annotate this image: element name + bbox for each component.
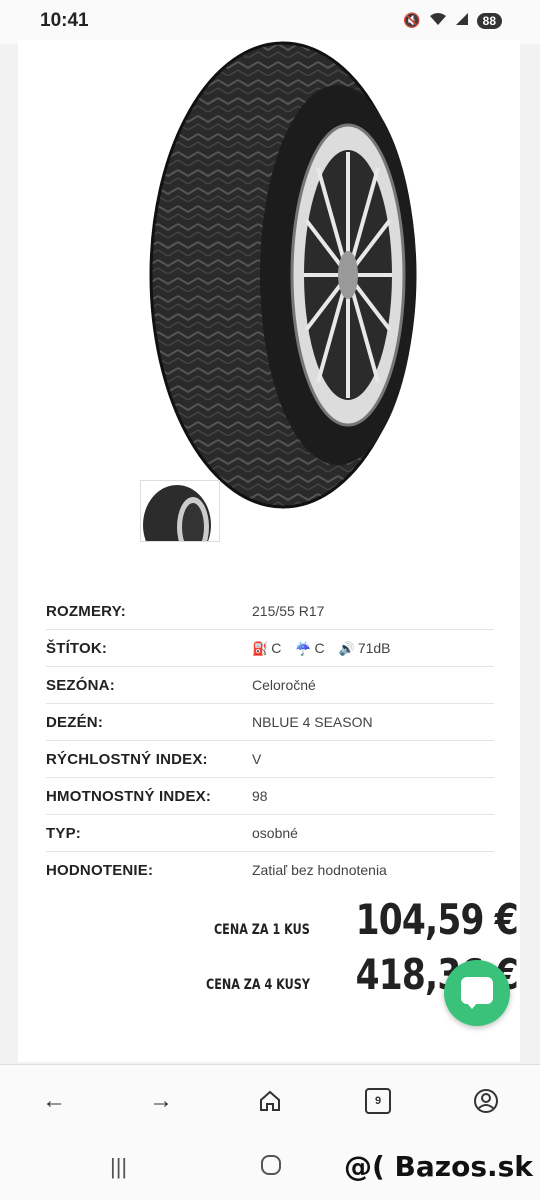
spec-value: Celoročné xyxy=(252,677,316,693)
price-per-piece-value: 104,59 € xyxy=(355,895,519,944)
speaker-icon: 🔊 xyxy=(338,640,355,656)
price-per-piece-caption: CENA ZA 1 KUS xyxy=(214,922,311,938)
recents-icon: ||| xyxy=(110,1154,128,1179)
battery-badge: 88 xyxy=(476,12,502,29)
mute-icon: 🔇 xyxy=(403,12,421,28)
status-icons: 🔇 88 xyxy=(403,12,502,29)
tabs-button[interactable]: 9 xyxy=(362,1085,394,1117)
tire-thumbnail-image xyxy=(141,481,219,541)
arrow-left-icon: ← xyxy=(42,1087,66,1114)
spec-label: TYP: xyxy=(46,824,81,842)
chat-icon xyxy=(461,977,493,1004)
noise-value: 71dB xyxy=(357,639,391,656)
spec-label: SEZÓNA: xyxy=(46,676,115,694)
wet-grip-value: C xyxy=(314,639,325,656)
home-button[interactable] xyxy=(254,1085,286,1117)
tire-image[interactable] xyxy=(138,40,428,510)
spec-label: HODNOTENIE: xyxy=(46,861,154,879)
tab-count: 9 xyxy=(365,1088,391,1114)
spec-row-eu-label: ŠTÍTOK: ⛽ C ☔ C 🔊 71dB xyxy=(46,630,494,667)
spec-label: ROZMERY: xyxy=(46,602,126,620)
rain-cloud-icon: ☔ xyxy=(295,640,312,656)
status-bar: 10:41 🔇 88 xyxy=(0,0,540,44)
recents-button[interactable]: ||| xyxy=(110,1154,127,1180)
spec-label: DEZÉN: xyxy=(46,713,104,731)
spec-label: ŠTÍTOK: xyxy=(46,639,108,657)
browser-toolbar: ← → 9 xyxy=(0,1064,540,1137)
spec-row-load-index: HMOTNOSTNÝ INDEX: 98 xyxy=(46,778,494,815)
spec-value: 215/55 R17 xyxy=(252,603,325,619)
spec-row-rating: HODNOTENIE: Zatiaľ bez hodnotenia xyxy=(46,852,494,888)
spec-row-pattern: DEZÉN: NBLUE 4 SEASON xyxy=(46,704,494,741)
spec-row-season: SEZÓNA: Celoročné xyxy=(46,667,494,704)
home-circle-icon xyxy=(261,1155,281,1175)
spec-row-type: TYP: osobné xyxy=(46,815,494,852)
arrow-right-icon: → xyxy=(149,1087,173,1114)
price-per-piece: CENA ZA 1 KUS 104,59 € xyxy=(180,895,519,944)
specs-table: ROZMERY: 215/55 R17 ŠTÍTOK: ⛽ C ☔ C 🔊 71dB … xyxy=(46,593,494,888)
price-four-caption: CENA ZA 4 KUSY xyxy=(206,977,311,993)
account-icon xyxy=(474,1089,498,1113)
status-time: 10:41 xyxy=(40,10,89,31)
forward-button[interactable]: → xyxy=(145,1085,177,1117)
home-system-button[interactable] xyxy=(260,1154,282,1182)
tire-thumbnail[interactable] xyxy=(140,480,220,542)
back-button[interactable]: ← xyxy=(38,1085,70,1117)
spec-row-speed-index: RÝCHLOSTNÝ INDEX: V xyxy=(46,741,494,778)
home-icon xyxy=(260,1090,280,1111)
wifi-icon xyxy=(429,12,447,29)
fuel-pump-icon: ⛽ xyxy=(252,640,269,656)
watermark: @( Bazos.sk xyxy=(344,1150,533,1183)
chat-button[interactable] xyxy=(444,960,510,1026)
spec-value: 98 xyxy=(252,788,268,804)
fuel-efficiency-value: C xyxy=(271,639,282,656)
spec-value: Zatiaľ bez hodnotenia xyxy=(252,862,387,878)
spec-value: osobné xyxy=(252,825,298,841)
signal-icon xyxy=(455,12,469,29)
spec-row-size: ROZMERY: 215/55 R17 xyxy=(46,593,494,630)
spec-label: RÝCHLOSTNÝ INDEX: xyxy=(46,750,208,768)
spec-value: V xyxy=(252,751,262,767)
account-button[interactable] xyxy=(470,1085,502,1117)
eu-label-values: ⛽ C ☔ C 🔊 71dB xyxy=(252,640,391,657)
spec-value: NBLUE 4 SEASON xyxy=(252,714,373,730)
spec-label: HMOTNOSTNÝ INDEX: xyxy=(46,787,212,805)
